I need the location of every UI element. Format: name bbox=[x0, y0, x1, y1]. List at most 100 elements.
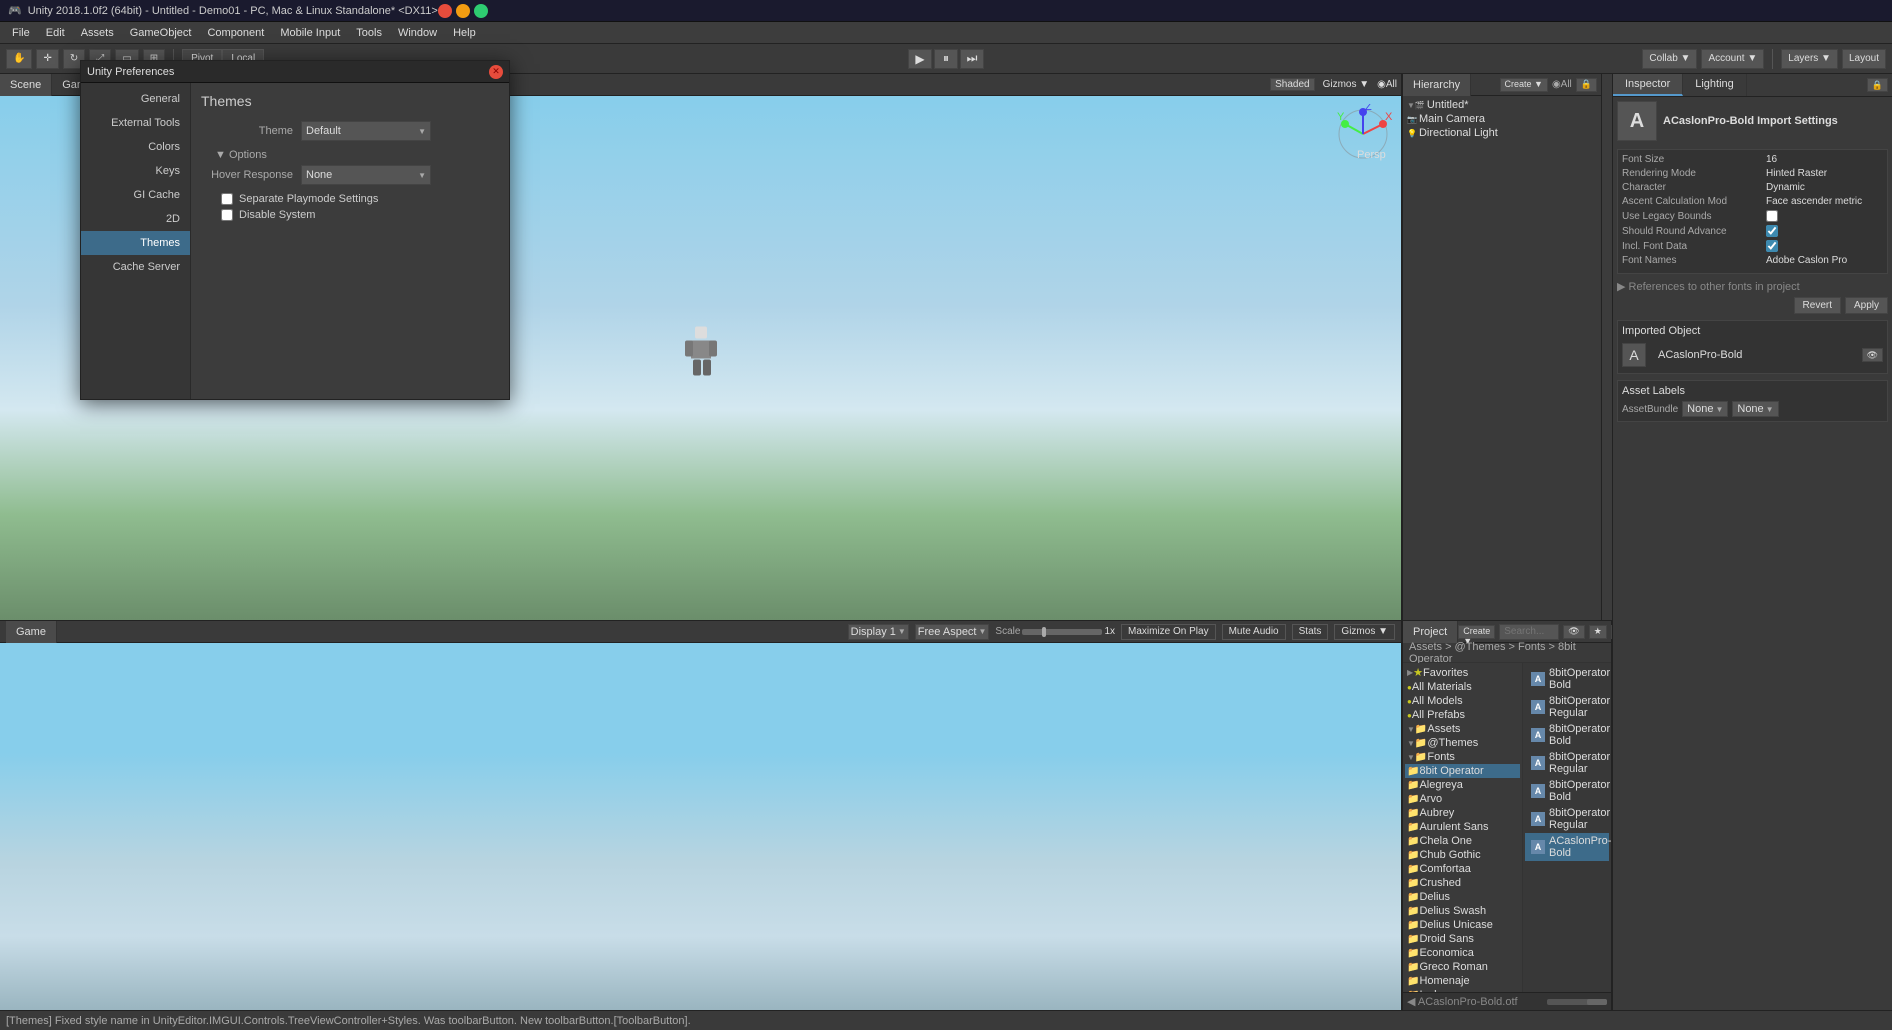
tree-delius-swash[interactable]: 📁 Delius Swash bbox=[1405, 904, 1520, 918]
tree-arvo[interactable]: 📁 Arvo bbox=[1405, 792, 1520, 806]
asset-bundle-select[interactable]: None ▼ bbox=[1682, 401, 1728, 417]
nav-gi-cache[interactable]: GI Cache bbox=[81, 183, 190, 207]
tree-favorites[interactable]: ▶ ★ Favorites bbox=[1405, 665, 1520, 680]
shaded-label[interactable]: Shaded bbox=[1270, 78, 1314, 91]
theme-dropdown[interactable]: Default ▼ bbox=[301, 121, 431, 141]
tab-scene[interactable]: Scene bbox=[0, 74, 52, 96]
project-search-input[interactable] bbox=[1499, 624, 1559, 640]
asset-bundle-variant-select[interactable]: None ▼ bbox=[1732, 401, 1778, 417]
should-round-advance-checkbox[interactable] bbox=[1766, 225, 1778, 237]
tab-inspector[interactable]: Inspector bbox=[1613, 74, 1683, 96]
nav-2d[interactable]: 2D bbox=[81, 207, 190, 231]
tree-aubrey[interactable]: 📁 Aubrey bbox=[1405, 806, 1520, 820]
use-legacy-bounds-checkbox[interactable] bbox=[1766, 210, 1778, 222]
project-create-button[interactable]: Create ▼ bbox=[1458, 625, 1495, 639]
stats-button[interactable]: Stats bbox=[1292, 624, 1329, 640]
hierarchy-lock-button[interactable]: 🔒 bbox=[1576, 78, 1597, 92]
tree-droid-sans[interactable]: 📁 Droid Sans bbox=[1405, 932, 1520, 946]
hierarchy-item-main-camera[interactable]: 📷 Main Camera bbox=[1405, 112, 1599, 126]
close-button[interactable] bbox=[438, 4, 452, 18]
tree-chub-gothic[interactable]: 📁 Chub Gothic bbox=[1405, 848, 1520, 862]
menu-tools[interactable]: Tools bbox=[348, 25, 390, 41]
hierarchy-scene-root[interactable]: ▼ 🎬 Untitled* bbox=[1405, 98, 1599, 112]
nav-cache-server[interactable]: Cache Server bbox=[81, 255, 190, 279]
menu-edit[interactable]: Edit bbox=[38, 25, 73, 41]
tree-all-prefabs[interactable]: ● All Prefabs bbox=[1405, 708, 1520, 722]
incl-font-data-checkbox[interactable] bbox=[1766, 240, 1778, 252]
nav-themes[interactable]: Themes bbox=[81, 231, 190, 255]
tree-all-materials[interactable]: ● All Materials bbox=[1405, 680, 1520, 694]
menu-help[interactable]: Help bbox=[445, 25, 484, 41]
mute-audio-button[interactable]: Mute Audio bbox=[1222, 624, 1286, 640]
disable-system-checkbox[interactable] bbox=[221, 209, 233, 221]
menu-mobile-input[interactable]: Mobile Input bbox=[272, 25, 348, 41]
asset-item-8bitoperatorplussc-regular[interactable]: A 8bitOperatorPlusSC-Regular bbox=[1525, 805, 1609, 833]
tree-comfortaa[interactable]: 📁 Comfortaa bbox=[1405, 862, 1520, 876]
inspector-lock-button[interactable]: 🔒 bbox=[1867, 78, 1888, 92]
tree-aurulent-sans[interactable]: 📁 Aurulent Sans bbox=[1405, 820, 1520, 834]
play-button[interactable]: ▶ bbox=[908, 49, 932, 69]
nav-keys[interactable]: Keys bbox=[81, 159, 190, 183]
dialog-close-button[interactable]: ✕ bbox=[489, 65, 503, 79]
tree-chela-one[interactable]: 📁 Chela One bbox=[1405, 834, 1520, 848]
asset-item-acaslonpro-bold[interactable]: A ACaslonPro-Bold bbox=[1525, 833, 1609, 861]
imported-item[interactable]: A ACaslonPro-Bold 👁 bbox=[1622, 341, 1883, 369]
nav-colors[interactable]: Colors bbox=[81, 135, 190, 159]
hover-response-dropdown[interactable]: None ▼ bbox=[301, 165, 431, 185]
collab-button[interactable]: Collab ▼ bbox=[1642, 49, 1697, 69]
tab-game[interactable]: Game bbox=[6, 621, 57, 643]
menu-assets[interactable]: Assets bbox=[73, 25, 122, 41]
tab-lighting[interactable]: Lighting bbox=[1683, 74, 1747, 96]
tree-fonts[interactable]: ▼ 📁 Fonts bbox=[1405, 750, 1520, 764]
revert-button[interactable]: Revert bbox=[1794, 297, 1841, 314]
scale-bar[interactable] bbox=[1022, 629, 1102, 635]
account-button[interactable]: Account ▼ bbox=[1701, 49, 1764, 69]
apply-button[interactable]: Apply bbox=[1845, 297, 1888, 314]
hand-tool[interactable]: ✋ bbox=[6, 49, 32, 69]
move-tool[interactable]: ✛ bbox=[36, 49, 58, 69]
tree-delius-unicase[interactable]: 📁 Delius Unicase bbox=[1405, 918, 1520, 932]
project-eye-button[interactable]: 👁 bbox=[1563, 625, 1584, 639]
asset-item-8bitoperatorplus8-bold[interactable]: A 8bitOperatorPlus8-Bold bbox=[1525, 721, 1609, 749]
separate-playmode-checkbox[interactable] bbox=[221, 193, 233, 205]
project-star-button[interactable]: ★ bbox=[1589, 625, 1607, 639]
tree-themes[interactable]: ▼ 📁 @Themes bbox=[1405, 736, 1520, 750]
tree-crushed[interactable]: 📁 Crushed bbox=[1405, 876, 1520, 890]
hierarchy-item-directional-light[interactable]: 💡 Directional Light bbox=[1405, 126, 1599, 140]
imported-eye-button[interactable]: 👁 bbox=[1862, 348, 1883, 362]
display-select[interactable]: Display 1 ▼ bbox=[848, 624, 909, 640]
asset-item-8bitoperatorplus8-regular[interactable]: A 8bitOperatorPlus8-Regular bbox=[1525, 749, 1609, 777]
references-section[interactable]: ▶ References to other fonts in project bbox=[1617, 280, 1888, 293]
asset-item-8bitoperatorplussc-bold[interactable]: A 8bitOperatorPlusSC-Bold bbox=[1525, 777, 1609, 805]
tree-delius[interactable]: 📁 Delius bbox=[1405, 890, 1520, 904]
tree-homenaje[interactable]: 📁 Homenaje bbox=[1405, 974, 1520, 988]
asset-item-8bitoperatorplus-bold[interactable]: A 8bitOperatorPlus-Bold bbox=[1525, 665, 1609, 693]
aspect-select[interactable]: Free Aspect ▼ bbox=[915, 624, 990, 640]
tree-assets[interactable]: ▼ 📁 Assets bbox=[1405, 722, 1520, 736]
tree-8bit-operator[interactable]: 📁 8bit Operator bbox=[1405, 764, 1520, 778]
menu-file[interactable]: File bbox=[4, 25, 38, 41]
menu-gameobject[interactable]: GameObject bbox=[122, 25, 200, 41]
tree-alegreya[interactable]: 📁 Alegreya bbox=[1405, 778, 1520, 792]
tab-hierarchy[interactable]: Hierarchy bbox=[1403, 74, 1471, 96]
all-label-scene[interactable]: ◉All bbox=[1377, 79, 1397, 90]
tab-project[interactable]: Project bbox=[1403, 621, 1458, 643]
tree-all-models[interactable]: ● All Models bbox=[1405, 694, 1520, 708]
hierarchy-create-button[interactable]: Create ▼ bbox=[1500, 78, 1548, 92]
step-button[interactable]: ⏭ bbox=[960, 49, 984, 69]
gizmos-game-button[interactable]: Gizmos ▼ bbox=[1334, 624, 1395, 640]
layers-button[interactable]: Layers ▼ bbox=[1781, 49, 1838, 69]
maximize-button[interactable] bbox=[474, 4, 488, 18]
tree-greco-roman[interactable]: 📁 Greco Roman bbox=[1405, 960, 1520, 974]
maximize-on-play-button[interactable]: Maximize On Play bbox=[1121, 624, 1216, 640]
menu-window[interactable]: Window bbox=[390, 25, 445, 41]
tree-economica[interactable]: 📁 Economica bbox=[1405, 946, 1520, 960]
menu-component[interactable]: Component bbox=[199, 25, 272, 41]
gizmos-label[interactable]: Gizmos ▼ bbox=[1319, 79, 1374, 90]
minimize-button[interactable] bbox=[456, 4, 470, 18]
nav-external-tools[interactable]: External Tools bbox=[81, 111, 190, 135]
asset-item-8bitoperatorplus-regular[interactable]: A 8bitOperatorPlus-Regular bbox=[1525, 693, 1609, 721]
nav-general[interactable]: General bbox=[81, 87, 190, 111]
pause-button[interactable]: ⏸ bbox=[934, 49, 958, 69]
layout-button[interactable]: Layout bbox=[1842, 49, 1886, 69]
